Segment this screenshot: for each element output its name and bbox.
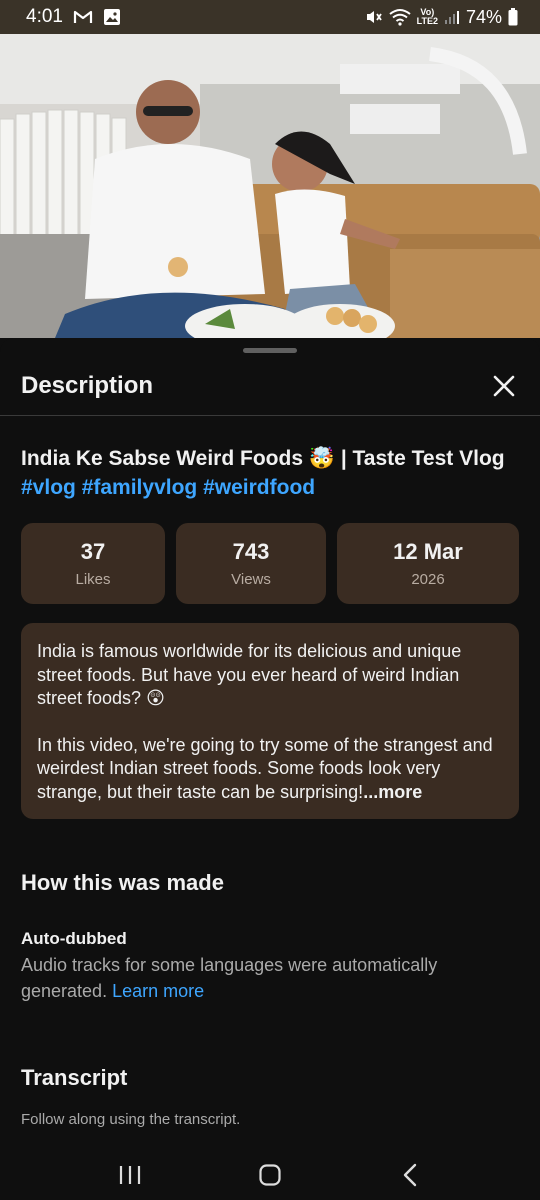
- views-stat: 743 Views: [176, 523, 326, 604]
- image-icon: [103, 8, 121, 26]
- how-made-title: How this was made: [21, 870, 224, 895]
- signal-icon: [444, 9, 460, 25]
- transcript-text: Follow along using the transcript.: [21, 1111, 241, 1128]
- status-time: 4:01: [26, 6, 63, 27]
- date-stat: 12 Mar 2026: [337, 523, 519, 604]
- description-box[interactable]: India is famous worldwide for its delici…: [21, 623, 519, 819]
- likes-count: 37: [80, 539, 106, 564]
- video-title: India Ke Sabse Weird Foods 🤯 | Taste Tes…: [21, 444, 511, 502]
- battery-percent: 74%: [465, 6, 502, 27]
- description-paragraph: India is famous worldwide for its delici…: [37, 641, 462, 708]
- transcript-title: Transcript: [21, 1065, 128, 1090]
- home-button[interactable]: [240, 1155, 300, 1195]
- description-sheet: Description India Ke Sabse Weird Foods 🤯…: [0, 338, 540, 1150]
- auto-dubbed-title: Auto-dubbed: [21, 929, 127, 948]
- likes-label: Likes: [75, 571, 111, 588]
- volte-icon: Vo) LTE2: [417, 8, 438, 26]
- status-bar: 4:01 Vo) LTE2 74%: [0, 0, 540, 34]
- lte-label: LTE2: [416, 16, 438, 26]
- more-button[interactable]: ...more: [363, 782, 422, 802]
- system-nav-bar: [0, 1150, 540, 1200]
- video-player[interactable]: [0, 34, 540, 338]
- hashtag-link[interactable]: #familyvlog: [82, 476, 198, 499]
- video-frame: [0, 34, 540, 338]
- close-button[interactable]: [489, 371, 519, 401]
- video-title-text: India Ke Sabse Weird Foods 🤯 | Taste Tes…: [21, 447, 505, 470]
- recents-icon: [119, 1166, 141, 1184]
- close-icon: [493, 375, 515, 396]
- hashtag-link[interactable]: #weirdfood: [203, 476, 315, 499]
- views-count: 743: [232, 539, 270, 564]
- auto-dubbed-text: Audio tracks for some languages were aut…: [21, 952, 501, 1004]
- stats-row: 37 Likes 743 Views 12 Mar 2026: [21, 523, 519, 604]
- gmail-icon: [73, 9, 93, 25]
- mute-icon: [365, 8, 383, 26]
- views-label: Views: [231, 571, 271, 588]
- battery-icon: [508, 8, 518, 26]
- back-icon: [403, 1163, 417, 1187]
- description-text: In this video, we're going to try some o…: [37, 734, 493, 802]
- back-button[interactable]: [380, 1155, 440, 1195]
- likes-stat: 37 Likes: [21, 523, 165, 604]
- sheet-header: Description: [0, 356, 540, 416]
- recents-button[interactable]: [100, 1155, 160, 1195]
- auto-dubbed-description: Audio tracks for some languages were aut…: [21, 955, 438, 1001]
- upload-date: 12 Mar: [393, 539, 463, 564]
- description-paragraph: In this video, we're going to try some o…: [37, 734, 503, 805]
- home-icon: [259, 1164, 281, 1186]
- sheet-title: Description: [21, 371, 154, 399]
- learn-more-link[interactable]: Learn more: [112, 981, 204, 1001]
- hashtag-link[interactable]: #vlog: [21, 476, 76, 499]
- upload-year: 2026: [411, 571, 445, 588]
- drag-handle[interactable]: [243, 348, 297, 353]
- wifi-icon: [389, 8, 411, 26]
